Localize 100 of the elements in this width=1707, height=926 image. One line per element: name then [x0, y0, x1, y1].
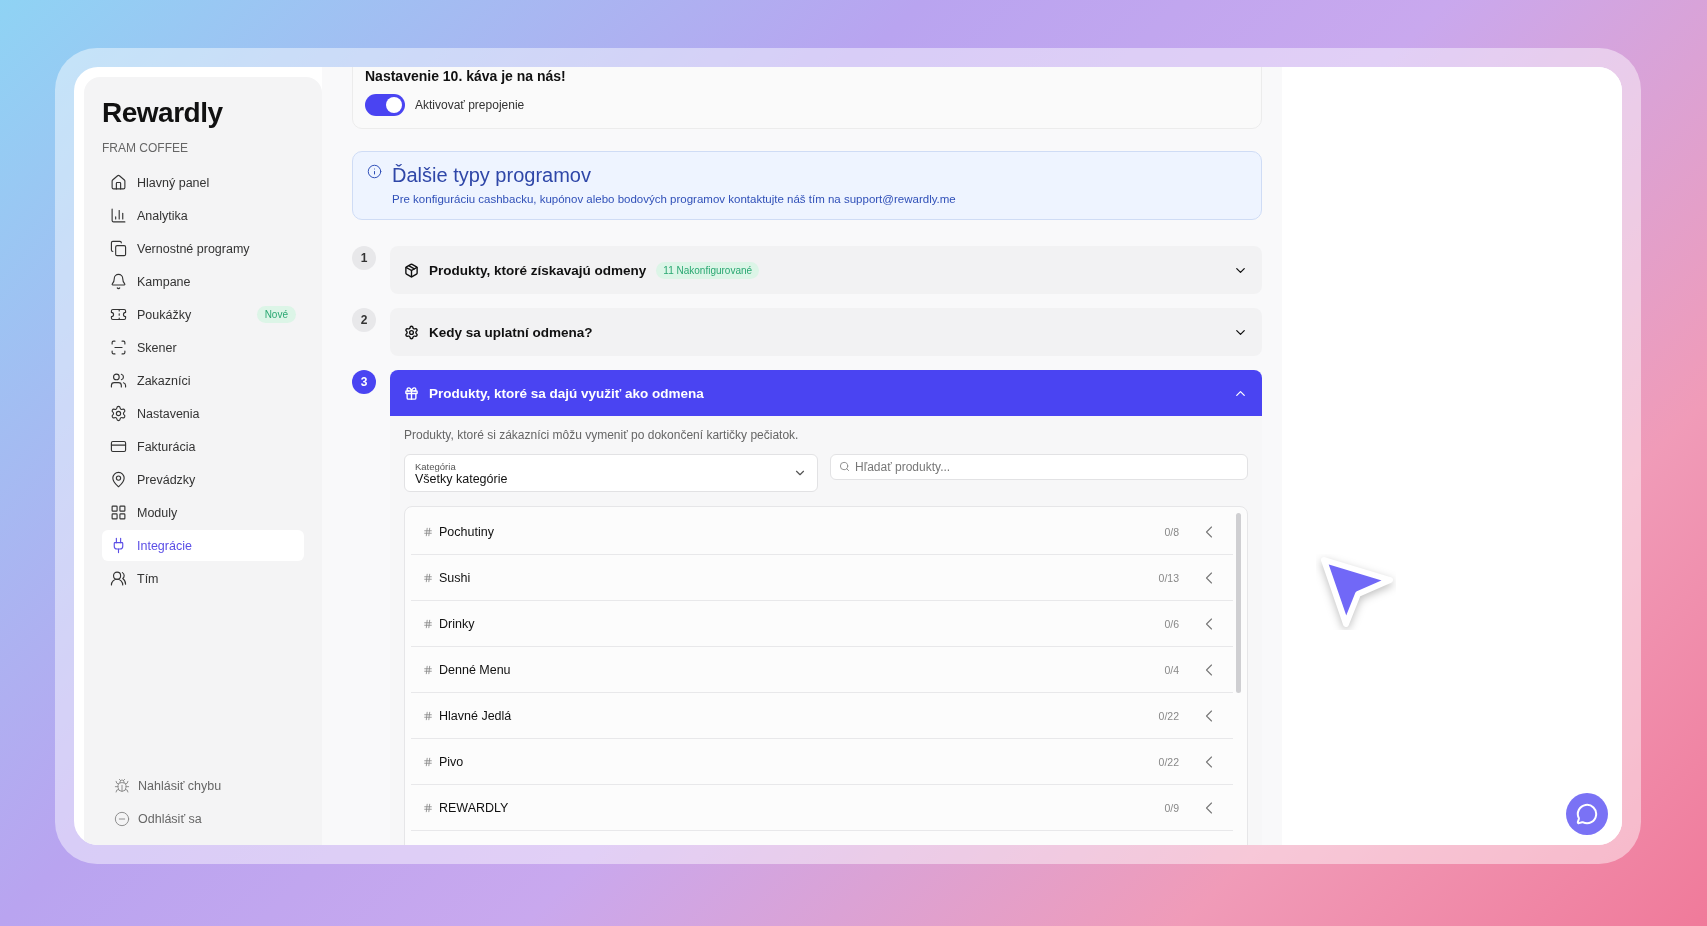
bug-icon: [114, 777, 130, 794]
step-number: 2: [352, 308, 376, 332]
category-count: 0/22: [1158, 755, 1179, 768]
location-icon: [110, 471, 127, 488]
status-badge: 11 Nakonfigurované: [656, 261, 760, 279]
category-name: Drinky: [439, 616, 476, 631]
grid-icon: [110, 504, 127, 521]
accordion-header[interactable]: Produkty, ktoré získavajú odmeny 11 Nakonfigurované: [390, 246, 1262, 294]
footer-link-label: Odhlásiť sa: [138, 811, 202, 826]
category-row[interactable]: Drinky 0/6: [411, 601, 1233, 647]
toggle-switch[interactable]: [365, 94, 405, 116]
sidebar-item[interactable]: Integrácie: [102, 530, 304, 561]
sidebar-item-label: Poukážky: [137, 307, 193, 322]
category-count: 0/4: [1164, 663, 1179, 676]
bar-chart-icon: [110, 207, 127, 224]
users-icon: [110, 372, 127, 389]
select-label: Kategória: [415, 460, 457, 472]
sidebar-item[interactable]: Zakazníci: [102, 365, 304, 396]
team-icon: [110, 570, 127, 587]
sidebar-item-label: Moduly: [137, 505, 179, 520]
sidebar-item[interactable]: Hlavný panel: [102, 167, 304, 198]
toggle-label: Aktivovať prepojenie: [415, 98, 525, 112]
sidebar-item[interactable]: Tím: [102, 563, 304, 594]
sidebar-item-label: Tím: [137, 571, 160, 586]
chat-icon: [1576, 803, 1598, 825]
category-row[interactable]: Pivo 0/22: [411, 739, 1233, 785]
sidebar-item[interactable]: Moduly: [102, 497, 304, 528]
category-row[interactable]: Hlavné Jedlá 0/22: [411, 693, 1233, 739]
hash-icon: [423, 618, 433, 629]
sidebar-item[interactable]: Prevádzky: [102, 464, 304, 495]
sidebar-item[interactable]: Analytika: [102, 200, 304, 231]
scrollbar-thumb[interactable]: [1235, 513, 1241, 693]
category-name: REWARDLY: [439, 800, 510, 815]
category-name: Sushi: [439, 570, 472, 585]
accordion-header[interactable]: Kedy sa uplatní odmena?: [390, 308, 1262, 356]
chat-button[interactable]: [1566, 793, 1608, 835]
sidebar-item-label: Prevádzky: [137, 472, 197, 487]
category-count: 0/9: [1164, 801, 1179, 814]
sidebar-item[interactable]: Fakturácia: [102, 431, 304, 462]
sidebar-footer-link[interactable]: Nahlásiť chybu: [102, 769, 304, 802]
sidebar-item-label: Integrácie: [137, 538, 193, 553]
accordion-header[interactable]: Produkty, ktoré sa dajú využiť ako odmena: [390, 370, 1262, 416]
sidebar-item-label: Skener: [137, 340, 178, 355]
category-name: Pochutiny: [439, 524, 495, 539]
gift-icon: [404, 385, 419, 401]
step-number: 3: [352, 370, 376, 394]
category-row[interactable]: REWARDLY 0/9: [411, 785, 1233, 831]
category-row[interactable]: Sushi 0/13: [411, 555, 1233, 601]
hash-icon: [423, 526, 433, 537]
scanner-icon: [110, 339, 127, 356]
category-count: 0/13: [1158, 571, 1179, 584]
category-count: 0/6: [1164, 617, 1179, 630]
search-field[interactable]: Hľadať produkty...: [830, 454, 1248, 480]
info-icon: [367, 164, 382, 179]
house-icon: [110, 174, 127, 191]
logo: Rewardly: [102, 97, 224, 129]
category-row[interactable]: Pochutiny 0/8: [411, 509, 1233, 555]
sidebar-item[interactable]: Nastavenia: [102, 398, 304, 429]
sidebar-item-label: Analytika: [137, 208, 189, 223]
accordion-title: Produkty, ktoré sa dajú využiť ako odmena: [429, 385, 704, 401]
box-icon: [404, 262, 419, 278]
panel-description: Produkty, ktoré si zákazníci môžu vymeniť po dokončení kartičky pečiatok.: [404, 428, 800, 442]
category-name: Hlavné Jedlá: [439, 708, 513, 723]
footer-link-label: Nahlásiť chybu: [138, 778, 222, 793]
accordion-title: Produkty, ktoré získavajú odmeny: [429, 262, 647, 278]
accordion-title: Kedy sa uplatní odmena?: [429, 324, 593, 340]
hash-icon: [423, 756, 433, 767]
ticket-icon: [110, 306, 127, 323]
search-icon: [839, 461, 850, 472]
hash-icon: [423, 802, 433, 813]
sidebar-footer-link[interactable]: Odhlásiť sa: [102, 802, 304, 835]
category-select[interactable]: Kategória Všetky kategórie: [404, 454, 818, 492]
sidebar-item[interactable]: Skener: [102, 332, 304, 363]
sidebar-item-label: Zakazníci: [137, 373, 192, 388]
sidebar-item[interactable]: Kampane: [102, 266, 304, 297]
sidebar-item-label: Fakturácia: [137, 439, 197, 454]
settings-icon: [110, 405, 127, 422]
company-name: FRAM COFFEE: [102, 141, 189, 155]
info-title: Ďalšie typy programov: [392, 164, 592, 187]
sidebar-item-label: Hlavný panel: [137, 175, 211, 190]
bell-icon: [110, 273, 127, 290]
info-text: Pre konfiguráciu cashbacku, kupónov alebo bodových programov kontaktujte náš tím na support@rewardly.me: [392, 193, 956, 205]
category-count: 0/22: [1158, 709, 1179, 722]
hash-icon: [423, 710, 433, 721]
card-title: Nastavenie 10. káva je na nás!: [365, 68, 567, 84]
sidebar-item-label: Kampane: [137, 274, 192, 289]
hash-icon: [423, 572, 433, 583]
category-name: Pivo: [439, 754, 465, 769]
cards-icon: [110, 240, 127, 257]
settings-icon: [404, 324, 419, 340]
sidebar-item[interactable]: Vernostné programy: [102, 233, 304, 264]
sidebar-item[interactable]: Poukážky Nové: [102, 299, 304, 330]
select-value: Všetky kategórie: [415, 471, 509, 486]
category-row[interactable]: Denné Menu 0/4: [411, 647, 1233, 693]
new-badge: Nové: [256, 306, 296, 323]
sidebar-item-label: Nastavenia: [137, 406, 201, 421]
wallet-icon: [110, 438, 127, 455]
hash-icon: [423, 664, 433, 675]
sidebar-item-label: Vernostné programy: [137, 241, 251, 256]
category-count: 0/8: [1164, 525, 1179, 538]
